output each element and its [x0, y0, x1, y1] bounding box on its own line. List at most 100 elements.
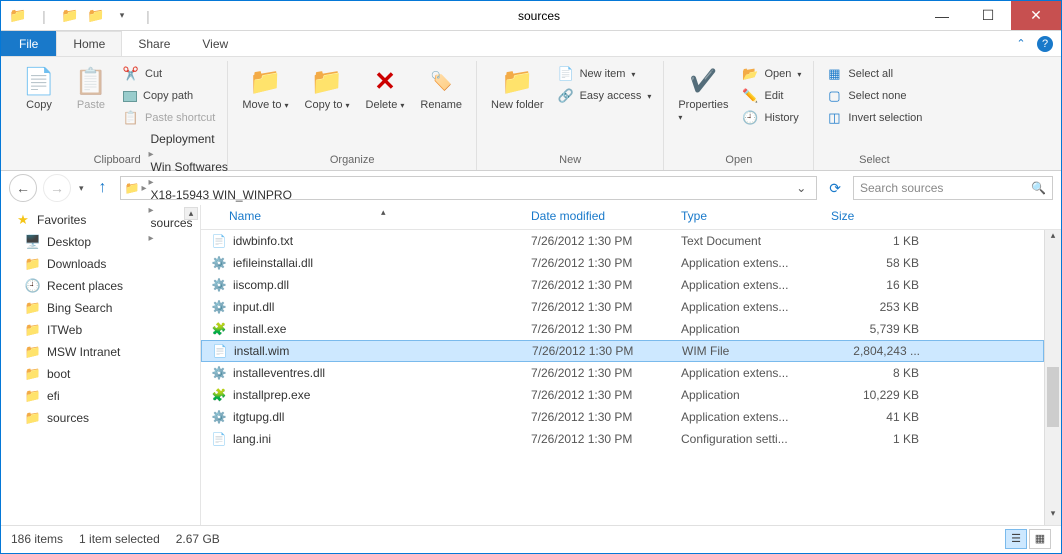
- file-row[interactable]: ⚙️input.dll7/26/2012 1:30 PMApplication …: [201, 296, 1044, 318]
- new-item-button[interactable]: 📄New item ▾: [554, 63, 656, 85]
- breadcrumb-item[interactable]: Win Softwares: [149, 160, 294, 174]
- file-tab[interactable]: File: [1, 31, 56, 56]
- copy-to-button[interactable]: 📁 Copy to ▾: [299, 61, 356, 115]
- column-size[interactable]: Size: [831, 209, 931, 223]
- move-to-button[interactable]: 📁 Move to ▾: [236, 61, 294, 115]
- rename-icon: 🏷️: [425, 65, 457, 97]
- history-button[interactable]: 🕘History: [738, 107, 805, 129]
- forward-button[interactable]: →: [43, 174, 71, 202]
- properties-button[interactable]: ✔️ Properties▾: [672, 61, 734, 127]
- sidebar-item[interactable]: 📁Downloads: [1, 253, 200, 275]
- chevron-right-icon[interactable]: ▸: [149, 149, 154, 160]
- file-row[interactable]: 📄lang.ini7/26/2012 1:30 PMConfiguration …: [201, 428, 1044, 450]
- file-row[interactable]: 📄install.wim7/26/2012 1:30 PMWIM File2,8…: [201, 340, 1044, 362]
- sidebar-item[interactable]: 🖥️Desktop: [1, 231, 200, 253]
- chevron-right-icon[interactable]: ▸: [149, 177, 154, 188]
- breadcrumb-item[interactable]: Deployment: [149, 132, 294, 146]
- file-row[interactable]: ⚙️installeventres.dll7/26/2012 1:30 PMAp…: [201, 362, 1044, 384]
- file-type-icon: ⚙️: [211, 299, 227, 315]
- sort-indicator-icon: ▴: [381, 207, 386, 218]
- copy-path-button[interactable]: Copy path: [119, 85, 219, 107]
- sidebar-item[interactable]: 📁sources: [1, 407, 200, 429]
- paste-button[interactable]: 📋 Paste: [67, 61, 115, 115]
- sidebar-item[interactable]: 📁efi: [1, 385, 200, 407]
- window-controls: — ☐ ✕: [919, 1, 1061, 30]
- address-bar[interactable]: 📁 ▸ Deployment▸Win Softwares▸X18-15943 W…: [120, 176, 818, 200]
- quick-access-toolbar: 📁 | 📁 📁 ▾ |: [7, 5, 159, 27]
- view-tab[interactable]: View: [186, 31, 244, 56]
- details-view-button[interactable]: ☰: [1005, 529, 1027, 549]
- item-count: 186 items: [11, 532, 63, 546]
- select-group-label: Select: [822, 152, 926, 170]
- rename-button[interactable]: 🏷️ Rename: [414, 61, 468, 115]
- minimize-button[interactable]: —: [919, 1, 965, 30]
- scroll-down-icon[interactable]: ▾: [1045, 508, 1061, 525]
- sidebar-item[interactable]: 📁MSW Intranet: [1, 341, 200, 363]
- address-dropdown-icon[interactable]: ⌄: [790, 181, 812, 195]
- cut-button[interactable]: ✂️Cut: [119, 63, 219, 85]
- folder-icon: 📁: [25, 322, 41, 338]
- content-area: ▴ ★ Favorites 🖥️Desktop📁Downloads🕘Recent…: [1, 205, 1061, 525]
- chevron-right-icon[interactable]: ▸: [141, 183, 146, 194]
- sidebar-item[interactable]: 🕘Recent places: [1, 275, 200, 297]
- file-row[interactable]: ⚙️iiscomp.dll7/26/2012 1:30 PMApplicatio…: [201, 274, 1044, 296]
- maximize-button[interactable]: ☐: [965, 1, 1011, 30]
- history-dropdown-icon[interactable]: ▾: [77, 183, 86, 194]
- select-none-button[interactable]: ▢Select none: [822, 85, 926, 107]
- breadcrumb-item[interactable]: X18-15943 WIN_WINPRO: [149, 188, 294, 202]
- properties-icon[interactable]: 📁: [85, 5, 107, 27]
- sidebar-item-label: efi: [47, 389, 60, 403]
- invert-selection-button[interactable]: ◫Invert selection: [822, 107, 926, 129]
- new-folder-button[interactable]: 📁 New folder: [485, 61, 550, 115]
- file-name: itgtupg.dll: [233, 410, 284, 424]
- close-button[interactable]: ✕: [1011, 1, 1061, 30]
- select-all-button[interactable]: ▦Select all: [822, 63, 926, 85]
- file-type-icon: 📄: [212, 343, 228, 359]
- edit-icon: ✏️: [742, 88, 758, 104]
- search-input[interactable]: [860, 181, 1031, 195]
- selection-count: 1 item selected: [79, 532, 160, 546]
- file-date: 7/26/2012 1:30 PM: [531, 322, 681, 336]
- refresh-button[interactable]: ⟳: [823, 180, 847, 197]
- copy-icon: 📄: [23, 65, 55, 97]
- sidebar-item-label: Bing Search: [47, 301, 112, 315]
- vertical-scrollbar[interactable]: ▴ ▾: [1044, 230, 1061, 525]
- qat-dropdown-icon[interactable]: ▾: [111, 5, 133, 27]
- sidebar-item[interactable]: 📁Bing Search: [1, 297, 200, 319]
- file-row[interactable]: ⚙️itgtupg.dll7/26/2012 1:30 PMApplicatio…: [201, 406, 1044, 428]
- ribbon-tabs: File Home Share View ⌃ ?: [1, 31, 1061, 57]
- share-tab[interactable]: Share: [122, 31, 186, 56]
- delete-button[interactable]: ✕ Delete ▾: [360, 61, 411, 115]
- copy-button[interactable]: 📄 Copy: [15, 61, 63, 115]
- file-row[interactable]: 📄idwbinfo.txt7/26/2012 1:30 PMText Docum…: [201, 230, 1044, 252]
- home-tab[interactable]: Home: [56, 31, 122, 56]
- column-type[interactable]: Type: [681, 209, 831, 223]
- easy-access-button[interactable]: 🔗Easy access ▾: [554, 85, 656, 107]
- icons-view-button[interactable]: ▦: [1029, 529, 1051, 549]
- favorites-section[interactable]: ★ Favorites: [1, 209, 200, 231]
- edit-button[interactable]: ✏️Edit: [738, 85, 805, 107]
- scroll-up-icon[interactable]: ▴: [1045, 230, 1061, 247]
- new-folder-icon[interactable]: 📁: [59, 5, 81, 27]
- help-icon[interactable]: ?: [1037, 36, 1053, 52]
- file-row[interactable]: 🧩install.exe7/26/2012 1:30 PMApplication…: [201, 318, 1044, 340]
- collapse-ribbon-icon[interactable]: ⌃: [1007, 31, 1035, 56]
- column-date[interactable]: Date modified: [531, 209, 681, 223]
- file-list: Name▴ Date modified Type Size 📄idwbinfo.…: [201, 205, 1061, 525]
- paste-shortcut-button[interactable]: 📋Paste shortcut: [119, 107, 219, 129]
- open-button[interactable]: 📂Open ▾: [738, 63, 805, 85]
- scrollbar-thumb[interactable]: [1047, 367, 1059, 427]
- tree-scroll-up[interactable]: ▴: [184, 207, 198, 220]
- folder-icon: 📁: [7, 5, 29, 27]
- file-row[interactable]: 🧩installprep.exe7/26/2012 1:30 PMApplica…: [201, 384, 1044, 406]
- sidebar-item-label: Recent places: [47, 279, 123, 293]
- back-button[interactable]: ←: [9, 174, 37, 202]
- new-folder-icon: 📁: [501, 65, 533, 97]
- file-row[interactable]: ⚙️iefileinstallai.dll7/26/2012 1:30 PMAp…: [201, 252, 1044, 274]
- sidebar-item[interactable]: 📁boot: [1, 363, 200, 385]
- sidebar-item[interactable]: 📁ITWeb: [1, 319, 200, 341]
- file-type: Application extens...: [681, 278, 831, 292]
- up-button[interactable]: ↑: [92, 177, 114, 199]
- column-name[interactable]: Name▴: [201, 209, 531, 223]
- search-box[interactable]: 🔍: [853, 176, 1053, 200]
